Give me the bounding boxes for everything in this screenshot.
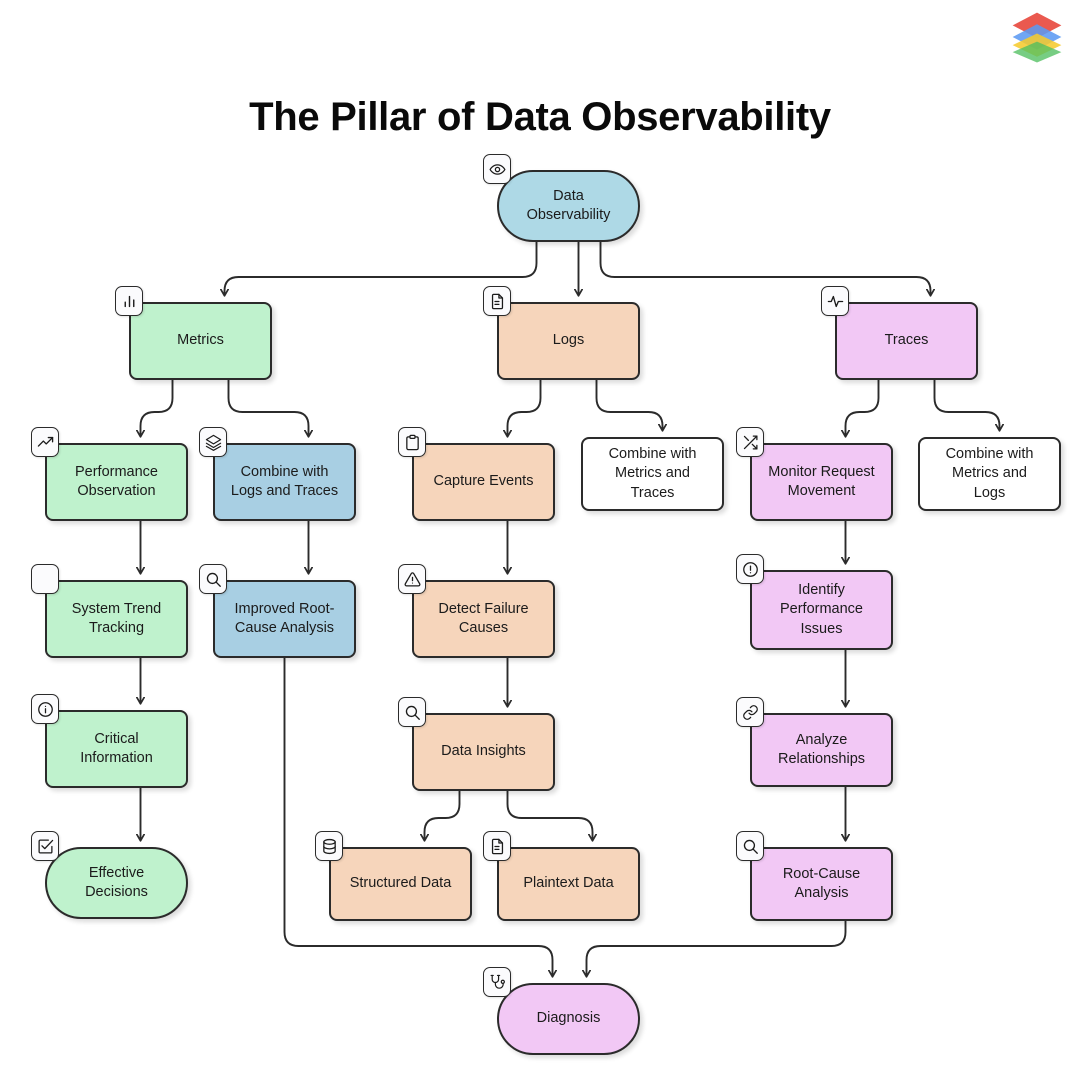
node-label: Data Insights <box>441 743 526 760</box>
info-icon <box>31 694 59 724</box>
node-identperf[interactable]: Identify Performance Issues <box>750 570 893 650</box>
node-label: Plaintext Data <box>523 875 614 892</box>
edge <box>595 379 663 430</box>
node-label: Traces <box>884 332 929 349</box>
node-label: Combine with Metrics and Traces <box>608 446 697 501</box>
node-systrend[interactable]: System Trend Tracking <box>45 580 188 658</box>
node-monreq[interactable]: Monitor Request Movement <box>750 443 893 521</box>
search-icon <box>199 564 227 594</box>
check-square-icon <box>31 831 59 861</box>
trending-up-icon <box>31 427 59 457</box>
node-detfail[interactable]: Detect Failure Causes <box>412 580 555 658</box>
edge <box>508 379 542 436</box>
layers-icon <box>199 427 227 457</box>
edge <box>587 920 847 976</box>
node-structured[interactable]: Structured Data <box>329 847 472 921</box>
node-label: Root-Cause Analysis <box>782 865 861 901</box>
document-icon <box>483 286 511 316</box>
node-label: Critical Information <box>80 730 153 766</box>
search-icon <box>736 831 764 861</box>
node-label: System Trend Tracking <box>71 600 162 636</box>
node-traces[interactable]: Traces <box>835 302 978 380</box>
pulse-icon <box>821 286 849 316</box>
node-label: Combine with Logs and Traces <box>230 463 339 499</box>
node-combML[interactable]: Combine with Metrics and Logs <box>918 437 1061 511</box>
node-label: Performance Observation <box>74 463 158 499</box>
node-metrics[interactable]: Metrics <box>129 302 272 380</box>
alert-circle-icon <box>736 554 764 584</box>
edge <box>425 790 461 840</box>
node-plaintext[interactable]: Plaintext Data <box>497 847 640 921</box>
document-icon <box>483 831 511 861</box>
shuffle-icon <box>736 427 764 457</box>
node-label: Identify Performance Issues <box>779 582 863 637</box>
flowchart-canvas: Data Observability Metrics Logs Traces Perfo… <box>0 0 1080 1080</box>
eye-icon <box>483 154 511 184</box>
edge <box>933 379 1000 430</box>
node-label: Analyze Relationships <box>777 731 866 767</box>
node-label: Monitor Request Movement <box>768 463 875 499</box>
clipboard-icon <box>398 427 426 457</box>
node-label: Combine with Metrics and Logs <box>945 446 1034 501</box>
node-label: Effective Decisions <box>85 864 148 900</box>
database-icon <box>315 831 343 861</box>
node-combLT[interactable]: Combine with Logs and Traces <box>213 443 356 521</box>
node-combMT[interactable]: Combine with Metrics and Traces <box>581 437 724 511</box>
search-icon <box>398 697 426 727</box>
node-perfobs[interactable]: Performance Observation <box>45 443 188 521</box>
node-insights[interactable]: Data Insights <box>412 713 555 791</box>
node-root[interactable]: Data Observability <box>497 170 640 242</box>
alert-triangle-icon <box>398 564 426 594</box>
node-effdec[interactable]: Effective Decisions <box>45 847 188 919</box>
node-logs[interactable]: Logs <box>497 302 640 380</box>
link-icon <box>736 697 764 727</box>
node-rootcause[interactable]: Root-Cause Analysis <box>750 847 893 921</box>
node-label: Diagnosis <box>536 1010 601 1027</box>
node-diagnosis[interactable]: Diagnosis <box>497 983 640 1055</box>
node-label: Structured Data <box>349 875 452 892</box>
edge <box>599 241 931 295</box>
node-capture[interactable]: Capture Events <box>412 443 555 521</box>
node-analyzerel[interactable]: Analyze Relationships <box>750 713 893 787</box>
blank-icon <box>31 564 59 594</box>
stethoscope-icon <box>483 967 511 997</box>
edge <box>506 790 593 840</box>
node-label: Metrics <box>177 332 224 349</box>
node-improvedRC[interactable]: Improved Root- Cause Analysis <box>213 580 356 658</box>
node-label: Logs <box>552 332 585 349</box>
node-critinfo[interactable]: Critical Information <box>45 710 188 788</box>
edge <box>141 379 174 436</box>
edge <box>227 379 309 436</box>
node-label: Improved Root- Cause Analysis <box>234 600 335 636</box>
node-label: Detect Failure Causes <box>438 600 529 636</box>
node-label: Data Observability <box>526 187 611 223</box>
node-label: Capture Events <box>433 473 534 490</box>
edge <box>846 379 880 436</box>
bar-chart-icon <box>115 286 143 316</box>
